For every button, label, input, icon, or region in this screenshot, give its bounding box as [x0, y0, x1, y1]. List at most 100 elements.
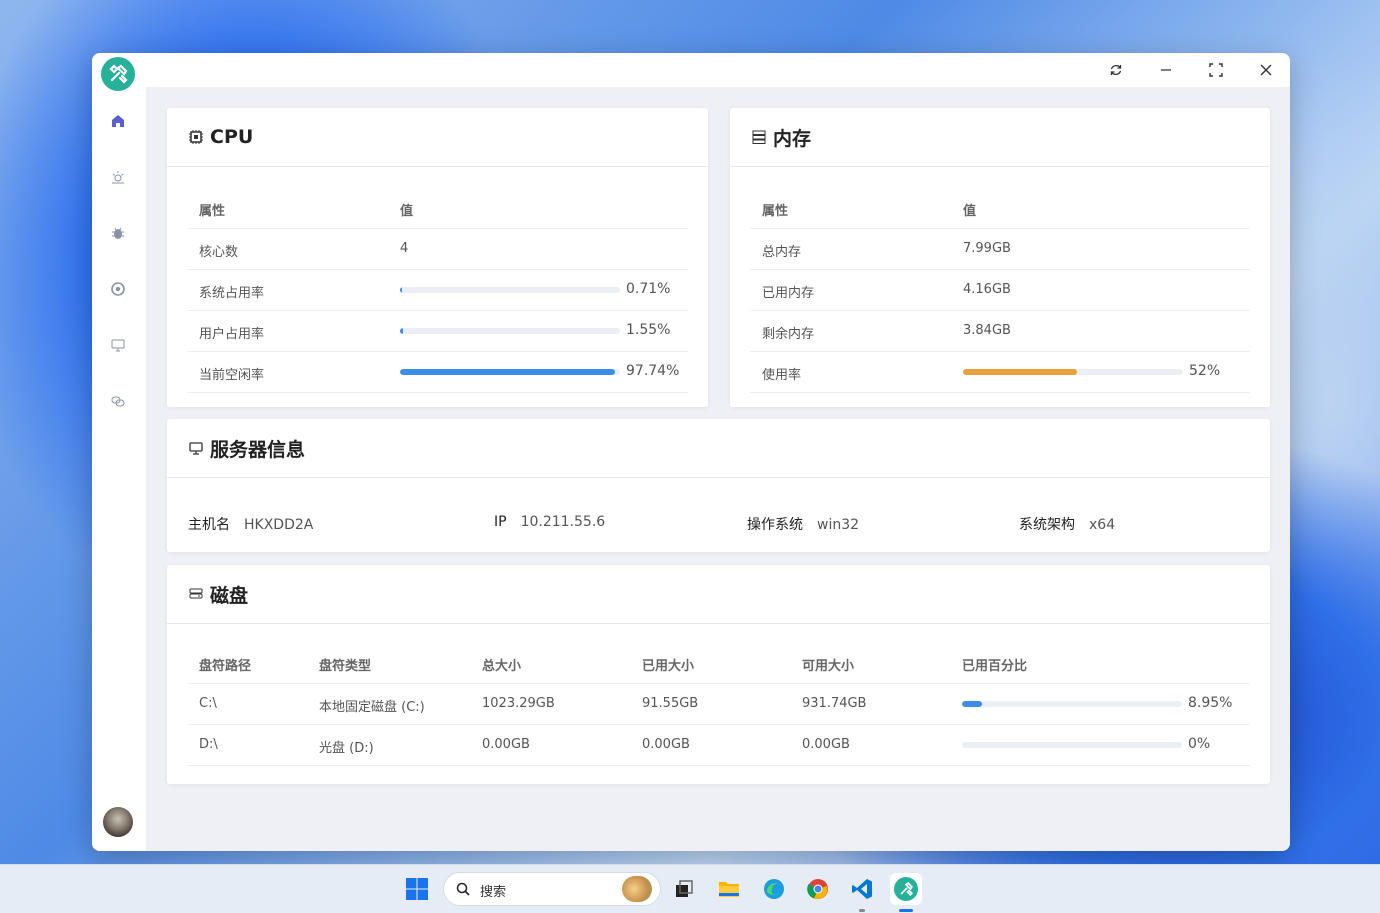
progress-bar: [400, 369, 620, 375]
disk-icon: [188, 586, 204, 602]
column-header: 值: [963, 204, 977, 219]
progress-bar: [962, 742, 1182, 748]
row-value: 7.99GB: [963, 241, 1011, 256]
row-label: 系统占用率: [199, 286, 265, 301]
link-icon[interactable]: [109, 392, 127, 410]
row-label: 剩余内存: [762, 327, 815, 342]
column-header: 属性: [199, 204, 226, 219]
avatar[interactable]: [103, 807, 133, 837]
vscode-icon[interactable]: [846, 873, 878, 905]
sidebar: [92, 53, 146, 851]
monitor-icon: [188, 440, 204, 456]
cpu-card: CPU 属性 值 核心数 4 系统占用率 0.71% 用户占用率 1.55% 当…: [167, 108, 708, 407]
windows-start-icon[interactable]: [401, 873, 433, 905]
column-header: 已用百分比: [962, 659, 1028, 674]
table-row: 剩余内存 3.84GB: [750, 311, 1250, 352]
table-row: 已用内存 4.16GB: [750, 270, 1250, 311]
disk-total: 0.00GB: [482, 737, 530, 752]
table-header: 盘符路径 盘符类型 总大小 已用大小 可用大小 已用百分比: [187, 643, 1250, 684]
column-header: 盘符类型: [319, 659, 372, 674]
server-info-os: 操作系统 win32: [747, 517, 860, 533]
cpu-title: CPU: [210, 126, 254, 148]
table-header: 属性 值: [750, 188, 1250, 229]
column-header: 盘符路径: [199, 659, 252, 674]
title-bar: [146, 53, 1290, 87]
chrome-icon[interactable]: [109, 280, 127, 298]
column-header: 属性: [762, 204, 789, 219]
cpu-icon: [188, 129, 204, 145]
progress-text: 1.55%: [626, 322, 671, 338]
memory-table: 属性 值 总内存 7.99GB 已用内存 4.16GB 剩余内存 3.84GB …: [750, 188, 1250, 393]
column-header: 可用大小: [802, 659, 855, 674]
app-window: CPU 属性 值 核心数 4 系统占用率 0.71% 用户占用率 1.55% 当…: [92, 53, 1290, 851]
disk-used: 0.00GB: [642, 737, 690, 752]
progress-text: 97.74%: [626, 363, 680, 379]
memory-title: 内存: [773, 127, 812, 150]
column-header: 总大小: [482, 659, 522, 674]
taskbar: 搜索: [0, 864, 1380, 913]
progress-text: 8.95%: [1188, 695, 1233, 711]
disk-free: 931.74GB: [802, 696, 867, 711]
column-header: 已用大小: [642, 659, 695, 674]
memory-icon: [751, 129, 767, 145]
progress-bar: [963, 369, 1183, 375]
disk-card: 磁盘 盘符路径 盘符类型 总大小 已用大小 可用大小 已用百分比 C:\ 本地固…: [167, 565, 1270, 784]
disk-path: D:\: [199, 737, 218, 752]
table-row: 核心数 4: [187, 229, 688, 270]
progress-bar: [962, 701, 1182, 707]
search-highlight-icon: [622, 876, 652, 902]
row-label: 核心数: [199, 245, 239, 260]
disk-total: 1023.29GB: [482, 696, 555, 711]
row-label: 用户占用率: [199, 327, 265, 342]
bug-icon[interactable]: [109, 224, 127, 242]
disk-free: 0.00GB: [802, 737, 850, 752]
home-icon[interactable]: [109, 112, 127, 130]
table-header: 属性 值: [187, 188, 688, 229]
close-icon[interactable]: [1252, 58, 1280, 82]
monitor-icon[interactable]: [109, 336, 127, 354]
table-row: 系统占用率 0.71%: [187, 270, 688, 311]
server-info-arch: 系统架构 x64: [1019, 517, 1116, 533]
row-label: 总内存: [762, 245, 802, 260]
weather-icon[interactable]: [109, 168, 127, 186]
disk-type: 光盘 (D:): [319, 741, 374, 756]
row-label: 已用内存: [762, 286, 815, 301]
row-value: 4.16GB: [963, 282, 1011, 297]
search-icon: [456, 882, 470, 896]
table-row: C:\ 本地固定磁盘 (C:) 1023.29GB 91.55GB 931.74…: [187, 684, 1250, 725]
cpu-table: 属性 值 核心数 4 系统占用率 0.71% 用户占用率 1.55% 当前空闲率…: [187, 188, 688, 393]
edge-icon[interactable]: [758, 873, 790, 905]
row-value: 3.84GB: [963, 323, 1011, 338]
progress-text: 52%: [1189, 363, 1221, 379]
server-card: 服务器信息 主机名 HKXDD2A IP 10.211.55.6 操作系统 win32…: [167, 419, 1270, 552]
maximize-icon[interactable]: [1202, 58, 1230, 82]
content-area: CPU 属性 值 核心数 4 系统占用率 0.71% 用户占用率 1.55% 当…: [146, 87, 1290, 851]
table-row: 当前空闲率 97.74%: [187, 352, 688, 393]
row-label: 当前空闲率: [199, 368, 265, 383]
app-logo-icon: [101, 57, 135, 91]
progress-bar: [400, 287, 620, 293]
server-info-hostname: 主机名 HKXDD2A: [188, 517, 314, 533]
server-info-ip: IP 10.211.55.6: [494, 514, 606, 530]
chrome-icon[interactable]: [802, 873, 834, 905]
progress-text: 0.71%: [626, 281, 671, 297]
disk-used: 91.55GB: [642, 696, 699, 711]
table-row: 使用率 52%: [750, 352, 1250, 393]
memory-card: 内存 属性 值 总内存 7.99GB 已用内存 4.16GB 剩余内存 3.84…: [730, 108, 1270, 407]
row-value: 4: [400, 241, 409, 256]
search-placeholder: 搜索: [480, 885, 507, 900]
server-title: 服务器信息: [210, 438, 306, 461]
row-label: 使用率: [762, 368, 802, 383]
task-view-icon[interactable]: [668, 873, 700, 905]
taskbar-search[interactable]: 搜索: [443, 872, 661, 906]
table-row: D:\ 光盘 (D:) 0.00GB 0.00GB 0.00GB 0%: [187, 725, 1250, 766]
app-taskbar-icon[interactable]: [890, 873, 922, 905]
refresh-icon[interactable]: [1102, 58, 1130, 82]
disk-path: C:\: [199, 696, 217, 711]
disk-type: 本地固定磁盘 (C:): [319, 700, 425, 715]
table-row: 用户占用率 1.55%: [187, 311, 688, 352]
table-row: 总内存 7.99GB: [750, 229, 1250, 270]
file-explorer-icon[interactable]: [713, 873, 745, 905]
minimize-icon[interactable]: [1152, 58, 1180, 82]
app-logo-icon: [894, 877, 918, 901]
